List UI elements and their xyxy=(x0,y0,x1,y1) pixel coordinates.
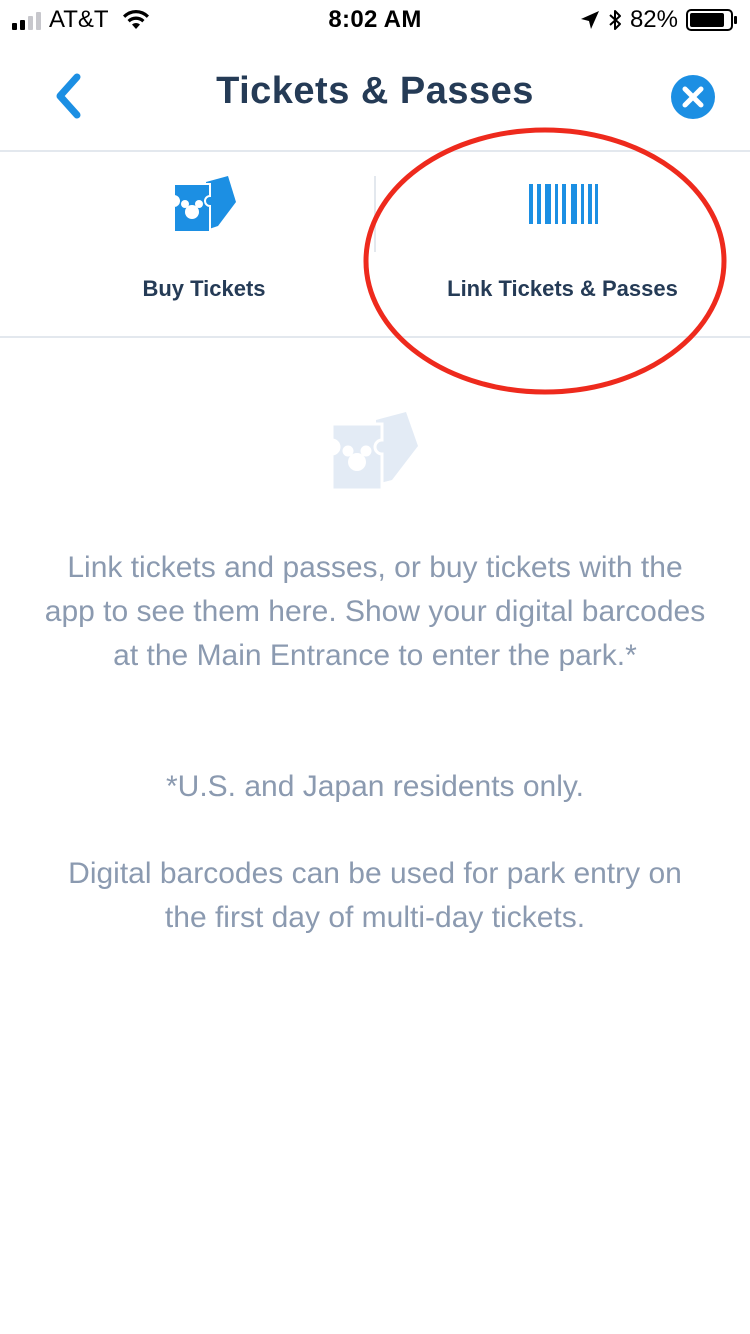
empty-state-message: Link tickets and passes, or buy tickets … xyxy=(44,551,706,672)
residents-note: *U.S. and Japan residents only. xyxy=(165,770,585,803)
tab-buy-tickets[interactable]: Buy Tickets xyxy=(0,154,375,338)
digital-barcode-note: Digital barcodes can be used for park en… xyxy=(68,857,682,934)
status-right: 82% xyxy=(580,6,738,34)
ticket-tabs: Buy Tickets Link Tickets & Passes xyxy=(0,154,750,338)
tab-link-tickets[interactable]: Link Tickets & Passes xyxy=(375,154,750,338)
tab-buy-tickets-label: Buy Tickets xyxy=(142,276,266,301)
location-arrow-icon xyxy=(580,11,599,29)
barcode-icon xyxy=(528,184,598,224)
tab-link-tickets-label: Link Tickets & Passes xyxy=(447,276,678,301)
nav-bar: Tickets & Passes xyxy=(0,40,750,152)
status-bar: AT&T 8:02 AM 82% xyxy=(0,0,750,40)
ticket-mickey-icon xyxy=(173,176,236,233)
battery-percentage: 82% xyxy=(629,6,678,33)
battery-icon xyxy=(686,9,737,31)
empty-ticket-icon xyxy=(330,412,418,492)
close-circle-icon[interactable] xyxy=(670,74,716,120)
page-title: Tickets & Passes xyxy=(216,70,534,112)
bluetooth-icon xyxy=(609,10,621,30)
